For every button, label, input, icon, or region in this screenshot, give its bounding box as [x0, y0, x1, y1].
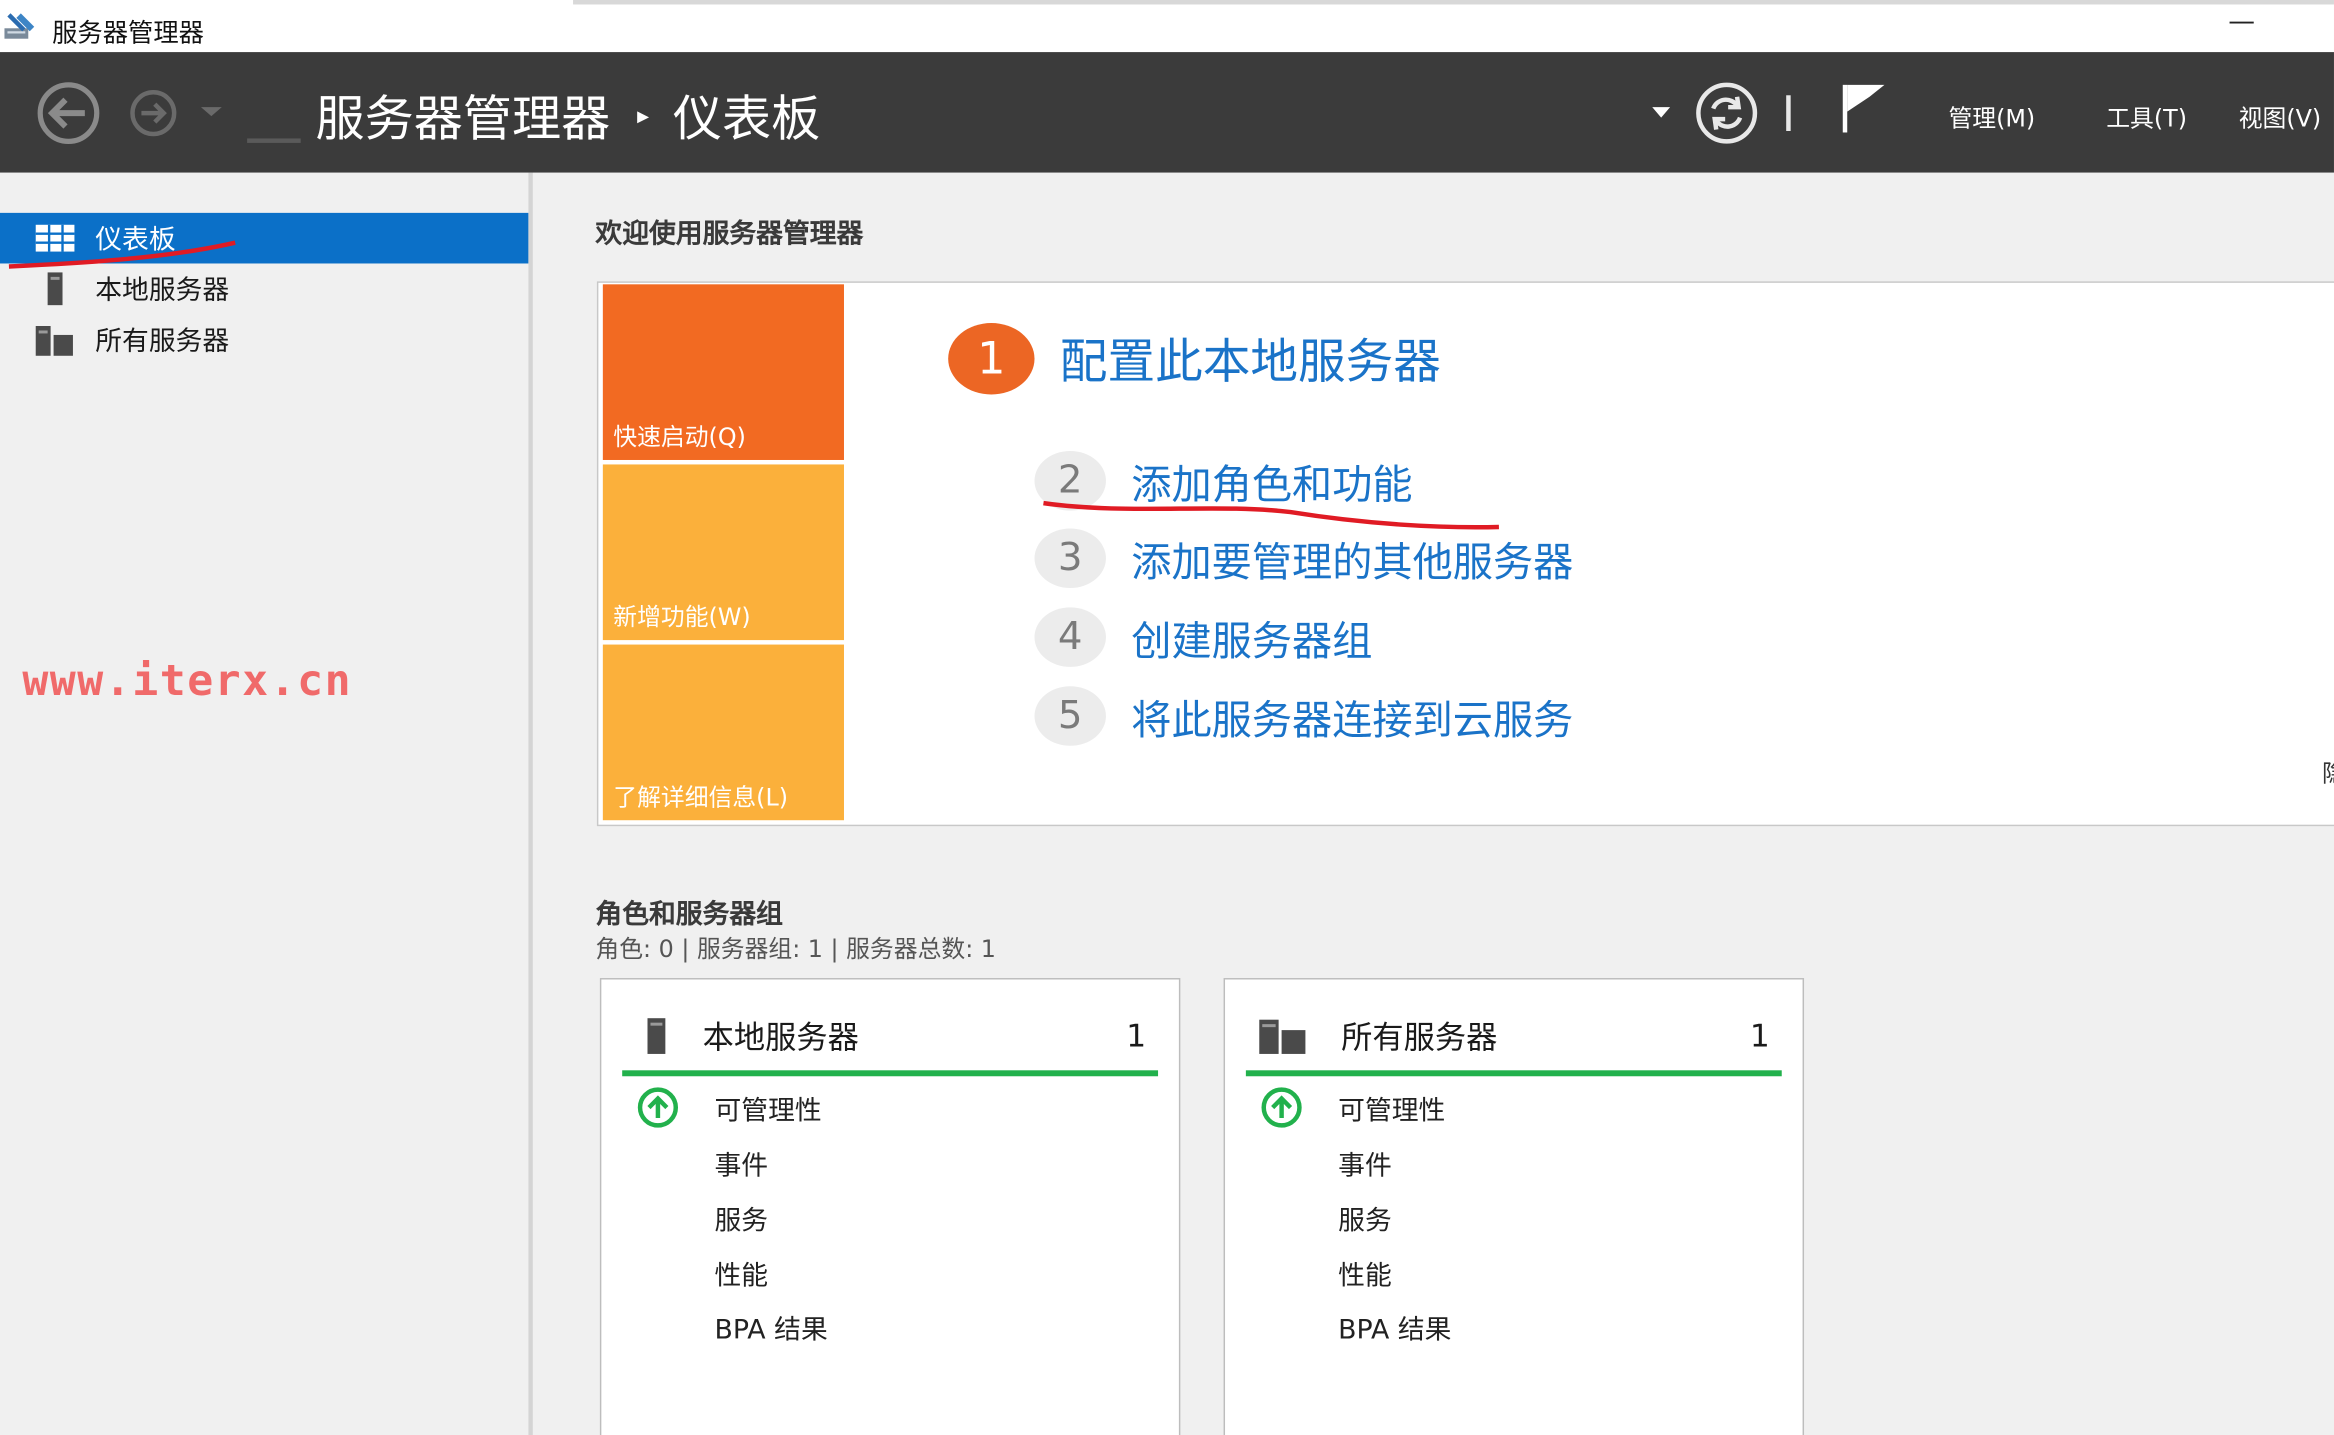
hide-link[interactable]: 隐 [2322, 753, 2334, 789]
server-manager-window: 服务器管理器 — 服务器管理器 ▸ 仪表板 管理(M) 工具(T) 视图(V) … [0, 0, 2334, 1435]
card-header[interactable]: 本地服务器 1 [622, 1003, 1158, 1068]
servers-icon [33, 322, 78, 358]
card-row-events[interactable]: 事件 [714, 1145, 768, 1184]
notifications-flag-icon[interactable] [1837, 82, 1891, 136]
forward-button[interactable] [119, 88, 190, 145]
refresh-icon[interactable] [1691, 79, 1762, 147]
status-up-arrow-icon [1261, 1087, 1302, 1128]
card-title: 本地服务器 [702, 1019, 859, 1056]
breadcrumb-page: 仪表板 [672, 89, 821, 148]
step-connect-cloud[interactable]: 5 将此服务器连接到云服务 [1034, 686, 1573, 746]
step-add-other-servers[interactable]: 3 添加要管理的其他服务器 [1034, 528, 1573, 588]
step-link[interactable]: 将此服务器连接到云服务 [1131, 687, 1573, 745]
status-up-arrow-icon [637, 1087, 679, 1128]
status-bar-green [622, 1070, 1159, 1077]
card-row-services[interactable]: 服务 [1338, 1200, 1392, 1239]
sidebar: 仪表板 本地服务器 所有服务器 [0, 172, 529, 1435]
servers-icon [1259, 1019, 1306, 1054]
card-count: 1 [1749, 1018, 1770, 1054]
watermark-text: www.iterx.cn [22, 654, 353, 706]
sidebar-item-label: 所有服务器 [95, 326, 230, 358]
red-annotation-underline [8, 240, 236, 269]
card-row-services[interactable]: 服务 [714, 1200, 768, 1239]
welcome-heading: 欢迎使用服务器管理器 [595, 218, 864, 251]
tile-learn-more[interactable]: 了解详细信息(L) [602, 644, 844, 821]
menu-view[interactable]: 视图(V) [2239, 98, 2322, 134]
roles-stats: 角色: 0 | 服务器组: 1 | 服务器总数: 1 [595, 934, 996, 964]
header-underscore [247, 138, 301, 143]
tile-whats-new[interactable]: 新增功能(W) [602, 464, 844, 641]
card-local-server: 本地服务器 1 可管理性 事件 服务 性能 BPA 结果 [599, 978, 1181, 1435]
card-all-servers: 所有服务器 1 可管理性 事件 服务 性能 BPA 结果 [1223, 978, 1805, 1435]
welcome-panel: 快速启动(Q) 新增功能(W) 了解详细信息(L) 1 配置此本地服务器 2 添… [596, 281, 2334, 827]
breadcrumb-app[interactable]: 服务器管理器 [316, 79, 611, 150]
step-link[interactable]: 添加要管理的其他服务器 [1131, 529, 1573, 587]
header-bar: 服务器管理器 ▸ 仪表板 管理(M) 工具(T) 视图(V) [0, 52, 2334, 173]
tile-label: 快速启动(Q) [613, 422, 746, 452]
roles-heading: 角色和服务器组 [595, 899, 783, 931]
minimize-button[interactable]: — [2228, 6, 2255, 37]
step-link[interactable]: 配置此本地服务器 [1060, 325, 1441, 393]
main-content: 欢迎使用服务器管理器 快速启动(Q) 新增功能(W) 了解详细信息(L) 1 配… [532, 172, 2334, 1435]
server-icon [647, 1018, 666, 1054]
card-row-bpa-results[interactable]: BPA 结果 [714, 1308, 827, 1347]
breadcrumb-separator-icon: ▸ [637, 100, 650, 129]
card-row-manageability[interactable]: 可管理性 [714, 1090, 821, 1129]
search-dropdown-icon[interactable] [1649, 104, 1673, 122]
card-header[interactable]: 所有服务器 1 [1246, 1003, 1782, 1068]
status-bar-green [1245, 1070, 1782, 1077]
card-row-performance[interactable]: 性能 [1338, 1255, 1392, 1294]
card-title: 所有服务器 [1341, 1019, 1498, 1056]
history-dropdown-icon[interactable] [198, 103, 225, 121]
tile-quick-start[interactable]: 快速启动(Q) [602, 284, 844, 460]
tile-label: 新增功能(W) [613, 602, 751, 632]
card-row-bpa-results[interactable]: BPA 结果 [1338, 1308, 1451, 1347]
sidebar-item-all-servers[interactable]: 所有服务器 [0, 314, 528, 365]
step-number-badge: 4 [1034, 607, 1106, 667]
breadcrumb: 服务器管理器 ▸ 仪表板 [316, 82, 821, 147]
tab-strip-line [573, 0, 2334, 5]
back-button[interactable] [22, 82, 117, 147]
step-number-badge: 5 [1034, 686, 1106, 746]
card-row-manageability[interactable]: 可管理性 [1338, 1090, 1445, 1129]
window-title: 服务器管理器 [52, 19, 204, 50]
card-row-performance[interactable]: 性能 [714, 1255, 768, 1294]
step-number-badge: 1 [948, 323, 1035, 395]
step-number-badge: 3 [1034, 528, 1106, 588]
step-create-server-group[interactable]: 4 创建服务器组 [1034, 607, 1372, 667]
menu-manage[interactable]: 管理(M) [1948, 98, 2035, 134]
step-configure-local-server[interactable]: 1 配置此本地服务器 [948, 323, 1441, 395]
title-bar: 服务器管理器 — [0, 0, 2334, 53]
tile-label: 了解详细信息(L) [613, 783, 789, 812]
toolbar-divider [1786, 95, 1791, 131]
card-count: 1 [1126, 1018, 1147, 1054]
card-row-events[interactable]: 事件 [1338, 1145, 1392, 1184]
server-manager-app-icon [4, 13, 35, 39]
menu-tools[interactable]: 工具(T) [2106, 98, 2187, 134]
step-link[interactable]: 创建服务器组 [1131, 608, 1372, 666]
